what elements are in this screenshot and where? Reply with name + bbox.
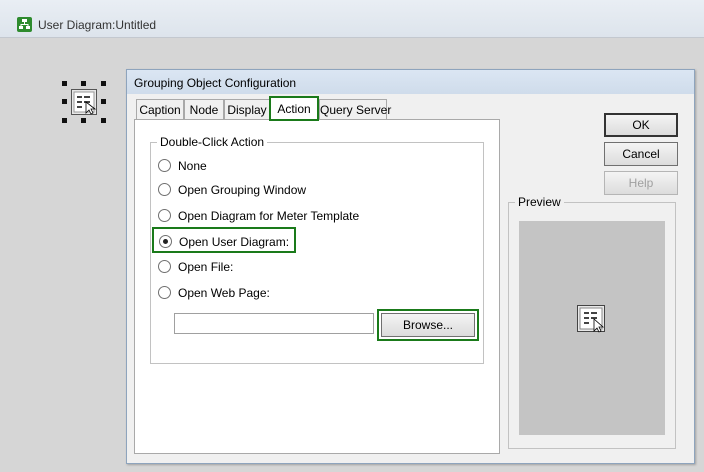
radio-label: Open Grouping Window (178, 183, 307, 197)
radio-button[interactable] (158, 159, 171, 172)
resize-handle[interactable] (81, 118, 86, 123)
radio-label: Open Diagram for Meter Template (178, 209, 360, 223)
path-input[interactable] (174, 313, 374, 334)
selected-grouping-object[interactable] (62, 81, 106, 123)
ok-button[interactable]: OK (604, 113, 678, 137)
grouping-object-icon (71, 89, 97, 115)
radio-label: Open User Diagram: (179, 235, 290, 249)
dialog-titlebar: Grouping Object Configuration (127, 70, 694, 94)
resize-handle[interactable] (62, 118, 67, 123)
radio-open-user-diagram[interactable]: Open User Diagram: (152, 227, 297, 253)
group-label: Double-Click Action (157, 135, 268, 149)
cancel-button[interactable]: Cancel (604, 142, 678, 166)
radio-button[interactable] (158, 260, 171, 273)
diagram-icon (17, 17, 32, 32)
radio-label: None (178, 159, 207, 173)
radio-open-diagram-meter-template[interactable]: Open Diagram for Meter Template (158, 208, 359, 224)
window-title: User Diagram:Untitled (38, 18, 157, 32)
radio-button-selected[interactable] (159, 235, 172, 248)
action-tab-panel: Double-Click Action None Open Grouping W… (134, 119, 500, 454)
tab-action[interactable]: Action (269, 96, 319, 121)
help-button[interactable]: Help (604, 171, 678, 195)
resize-handle[interactable] (101, 81, 106, 86)
dialog-title: Grouping Object Configuration (134, 76, 297, 90)
tab-query-server[interactable]: Query Server (319, 99, 391, 119)
tab-node[interactable]: Node (184, 99, 224, 119)
radio-button[interactable] (158, 183, 171, 196)
resize-handle[interactable] (101, 99, 106, 104)
tab-display[interactable]: Display (224, 99, 270, 119)
radio-open-grouping-window[interactable]: Open Grouping Window (158, 182, 306, 198)
preview-group: Preview (508, 195, 676, 449)
grouping-object-icon (577, 305, 605, 333)
radio-button[interactable] (158, 209, 171, 222)
resize-handle[interactable] (101, 118, 106, 123)
radio-open-file[interactable]: Open File: (158, 259, 233, 275)
window-titlebar: User Diagram:Untitled (0, 0, 704, 38)
radio-label: Open File: (178, 260, 234, 274)
double-click-action-group: Double-Click Action None Open Grouping W… (150, 135, 484, 364)
tab-caption[interactable]: Caption (136, 99, 184, 119)
resize-handle[interactable] (62, 99, 67, 104)
radio-open-web-page[interactable]: Open Web Page: (158, 285, 270, 301)
browse-button[interactable]: Browse... (381, 313, 475, 337)
radio-none[interactable]: None (158, 158, 207, 174)
preview-label: Preview (515, 195, 564, 209)
browse-button-highlight: Browse... (377, 309, 479, 341)
resize-handle[interactable] (62, 81, 67, 86)
radio-label: Open Web Page: (178, 286, 270, 300)
preview-area (519, 221, 665, 435)
radio-button[interactable] (158, 286, 171, 299)
grouping-config-dialog: Grouping Object Configuration Caption No… (126, 69, 695, 464)
resize-handle[interactable] (81, 81, 86, 86)
